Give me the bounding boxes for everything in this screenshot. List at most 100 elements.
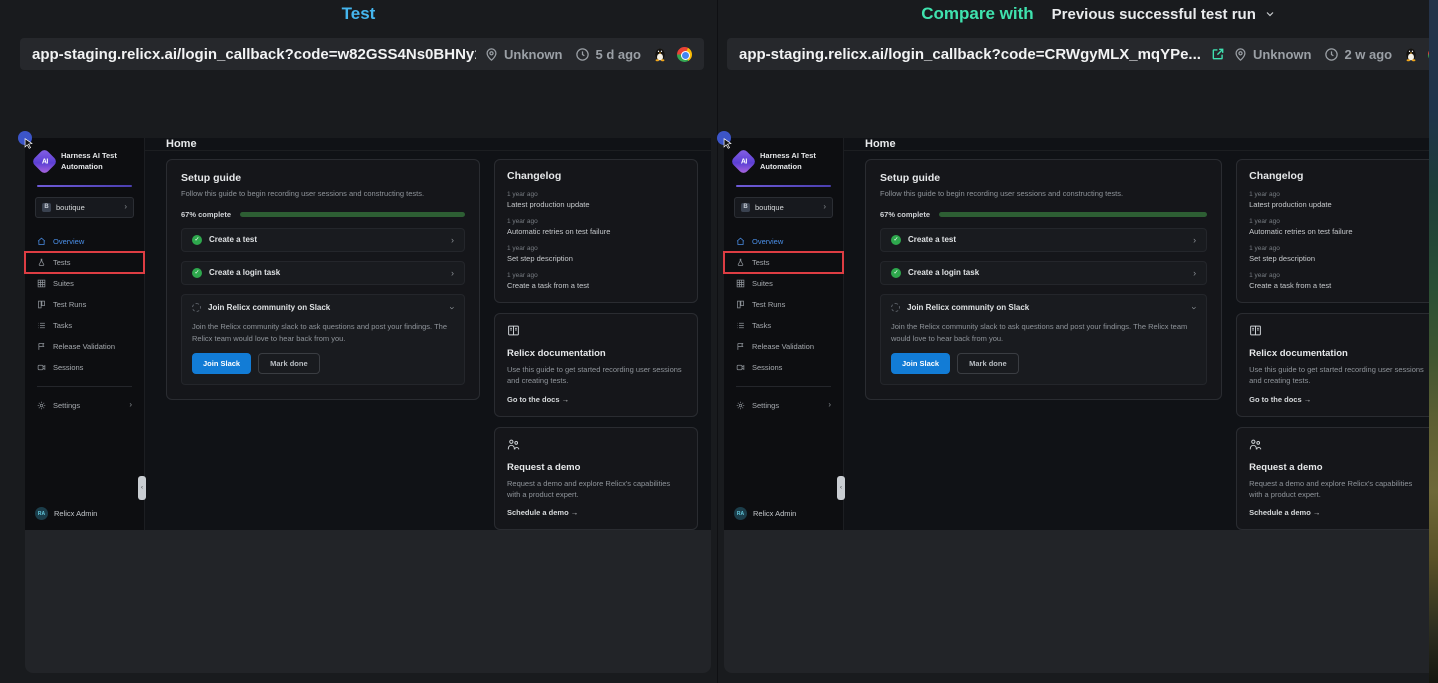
sidebar-item-release-validation[interactable]: Release Validation xyxy=(724,336,843,357)
sidebar-user[interactable]: RA Relicx Admin xyxy=(35,507,97,520)
step-description: Join the Relicx community slack to ask q… xyxy=(891,321,1196,344)
grid-icon xyxy=(736,279,745,288)
url-bar[interactable]: app-staging.relicx.ai/login_callback?cod… xyxy=(727,38,1438,70)
progress-label: 67% complete xyxy=(181,210,231,219)
progress-bar xyxy=(939,212,1207,217)
sidebar-item-tasks[interactable]: Tasks xyxy=(25,315,144,336)
home-icon xyxy=(736,237,745,246)
sidebar-item-settings[interactable]: Settings › xyxy=(25,395,144,416)
url-bar[interactable]: app-staging.relicx.ai/login_callback?cod… xyxy=(20,38,704,70)
changelog-entry: 1 year ago Automatic retries on test fai… xyxy=(1249,218,1427,236)
sidebar-item-test-runs[interactable]: Test Runs xyxy=(724,294,843,315)
next-screenshot-edge-strip xyxy=(1429,0,1438,683)
sidebar-item-test-runs[interactable]: Test Runs xyxy=(25,294,144,315)
panel-title: Compare with xyxy=(921,4,1033,24)
url-meta: Unknown 5 d ago xyxy=(484,46,692,62)
documentation-title: Relicx documentation xyxy=(1249,348,1427,359)
step-join-slack-header[interactable]: Join Relicx community on Slack › xyxy=(891,303,1196,313)
project-label: boutique xyxy=(755,203,784,212)
list-icon xyxy=(736,321,745,330)
right-column: Changelog 1 year ago Latest production u… xyxy=(1236,159,1438,530)
brand-logo-text: AI xyxy=(741,158,747,165)
join-slack-button[interactable]: Join Slack xyxy=(891,353,950,374)
sidebar-user[interactable]: RA Relicx Admin xyxy=(734,507,796,520)
documentation-description: Use this guide to get started recording … xyxy=(1249,364,1427,387)
step-create-a-login-task[interactable]: ✓ Create a login task › xyxy=(880,261,1207,285)
sidebar: AI Harness AI Test Automation B boutique… xyxy=(25,138,145,530)
external-link-icon[interactable] xyxy=(1211,47,1225,61)
sidebar-item-suites[interactable]: Suites xyxy=(724,273,843,294)
user-name: Relicx Admin xyxy=(54,509,97,518)
step-create-a-test[interactable]: ✓ Create a test › xyxy=(181,228,465,252)
changelog-card: Changelog 1 year ago Latest production u… xyxy=(1236,159,1438,303)
changelog-title: Changelog xyxy=(507,170,685,182)
chevron-right-icon: › xyxy=(451,268,454,278)
sidebar-divider xyxy=(736,386,831,387)
url-text: app-staging.relicx.ai/login_callback?cod… xyxy=(32,46,476,63)
grid-icon xyxy=(37,279,46,288)
step-create-a-login-task[interactable]: ✓ Create a login task › xyxy=(181,261,465,285)
app-screenshot: AI Harness AI Test Automation B boutique… xyxy=(25,138,711,530)
demo-title: Request a demo xyxy=(507,462,685,473)
chevron-right-icon: › xyxy=(823,203,826,211)
check-icon: ✓ xyxy=(891,235,901,245)
schedule-demo-link[interactable]: Schedule a demo → xyxy=(1249,508,1427,517)
chevron-down-icon: › xyxy=(1190,306,1200,309)
go-to-docs-link[interactable]: Go to the docs → xyxy=(1249,395,1427,404)
documentation-card: Relicx documentation Use this guide to g… xyxy=(494,313,698,417)
project-selector[interactable]: B boutique › xyxy=(734,197,833,218)
mark-done-button[interactable]: Mark done xyxy=(957,353,1019,374)
flag-icon xyxy=(736,342,745,351)
compare-run-dropdown-value: Previous successful test run xyxy=(1052,6,1256,23)
mark-done-button[interactable]: Mark done xyxy=(258,353,320,374)
flask-icon xyxy=(736,258,745,267)
documentation-description: Use this guide to get started recording … xyxy=(507,364,685,387)
join-slack-button[interactable]: Join Slack xyxy=(192,353,251,374)
sidebar-item-sessions[interactable]: Sessions xyxy=(25,357,144,378)
sidebar-item-tests[interactable]: Tests xyxy=(724,252,843,273)
sidebar-item-sessions[interactable]: Sessions xyxy=(724,357,843,378)
demo-description: Request a demo and explore Relicx's capa… xyxy=(507,478,685,501)
step-create-a-test[interactable]: ✓ Create a test › xyxy=(880,228,1207,252)
chevron-right-icon: › xyxy=(451,235,454,245)
changelog-entry: 1 year ago Latest production update xyxy=(507,191,685,209)
gear-icon xyxy=(37,401,46,410)
sidebar-nav: Overview Tests Suites Test Runs xyxy=(724,231,843,378)
schedule-demo-link[interactable]: Schedule a demo → xyxy=(507,508,685,517)
compare-run-dropdown[interactable]: Previous successful test run xyxy=(1052,6,1276,23)
panel-header: Compare with Previous successful test ru… xyxy=(718,0,1438,28)
sidebar-item-settings[interactable]: Settings › xyxy=(724,395,843,416)
go-to-docs-link[interactable]: Go to the docs → xyxy=(507,395,685,404)
sidebar-item-release-validation[interactable]: Release Validation xyxy=(25,336,144,357)
project-badge: B xyxy=(42,203,51,212)
user-avatar: RA xyxy=(734,507,747,520)
changelog-entry: 1 year ago Create a task from a test xyxy=(1249,272,1427,290)
step-description: Join the Relicx community slack to ask q… xyxy=(192,321,454,344)
sidebar-item-tasks[interactable]: Tasks xyxy=(724,315,843,336)
check-icon: ✓ xyxy=(891,268,901,278)
setup-guide-title: Setup guide xyxy=(181,172,465,184)
chevron-right-icon: › xyxy=(828,401,831,409)
sidebar-item-tests[interactable]: Tests xyxy=(25,252,144,273)
changelog-entry: 1 year ago Automatic retries on test fai… xyxy=(507,218,685,236)
sidebar-item-overview[interactable]: Overview xyxy=(25,231,144,252)
location-label: Unknown xyxy=(1253,47,1312,62)
progress-row: 67% complete xyxy=(181,210,465,219)
page-title: Home xyxy=(865,138,896,150)
sidebar-item-suites[interactable]: Suites xyxy=(25,273,144,294)
setup-guide-subtitle: Follow this guide to begin recording use… xyxy=(880,189,1207,200)
step-join-slack-header[interactable]: Join Relicx community on Slack › xyxy=(192,303,454,313)
setup-guide-subtitle: Follow this guide to begin recording use… xyxy=(181,189,465,200)
click-marker xyxy=(717,131,731,145)
test-panel: Test app-staging.relicx.ai/login_callbac… xyxy=(0,0,718,683)
project-selector[interactable]: B boutique › xyxy=(35,197,134,218)
people-icon xyxy=(1249,438,1262,451)
project-badge: B xyxy=(741,203,750,212)
sidebar-collapse-handle[interactable]: ‹ xyxy=(837,476,845,500)
sidebar-collapse-handle[interactable]: ‹ xyxy=(138,476,146,500)
sidebar-item-overview[interactable]: Overview xyxy=(724,231,843,252)
sidebar-divider xyxy=(37,386,132,387)
sidebar-nav: Overview Tests Suites Test Runs xyxy=(25,231,144,378)
url-text: app-staging.relicx.ai/login_callback?cod… xyxy=(739,46,1201,63)
brand-name: Harness AI Test Automation xyxy=(760,151,816,173)
